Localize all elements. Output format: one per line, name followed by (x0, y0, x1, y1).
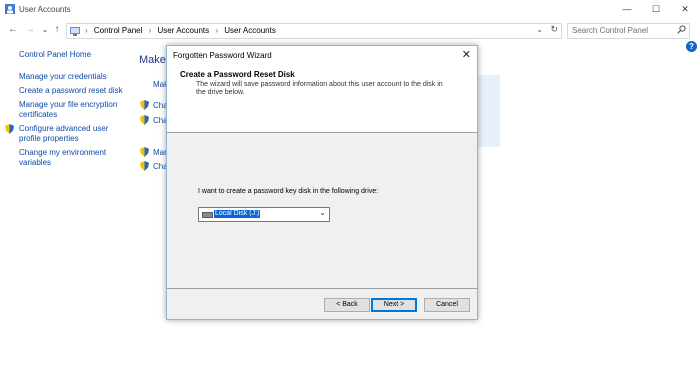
uac-shield-icon (140, 100, 149, 110)
password-reset-disk-link[interactable]: Create a password reset disk (19, 86, 123, 96)
breadcrumb-user-accounts[interactable]: User Accounts (158, 26, 210, 35)
drive-select[interactable]: Local Disk (J:) ⌄ (198, 207, 330, 222)
account-panel (476, 75, 500, 147)
drive-icon (202, 212, 213, 218)
uac-shield-icon (140, 115, 149, 125)
environment-variables-link[interactable]: Change my environment variables (19, 148, 114, 168)
manage-credentials-link[interactable]: Manage your credentials (19, 72, 107, 82)
footer-divider (167, 288, 477, 289)
search-placeholder: Search Control Panel (572, 26, 649, 35)
uac-shield-icon (140, 161, 149, 171)
search-icon (677, 25, 686, 34)
window-title: User Accounts (19, 5, 71, 14)
next-button[interactable]: Next > (371, 298, 417, 312)
breadcrumb-user-accounts-current[interactable]: User Accounts (224, 26, 276, 35)
dialog-titlebar[interactable]: Forgotten Password Wizard ✕ (167, 46, 477, 64)
breadcrumb-separator: › (85, 26, 88, 35)
breadcrumb-separator: › (215, 26, 219, 35)
navigation-bar: ← → ⌄ ↑ › Control Panel › User Accounts … (0, 20, 700, 40)
refresh-icon[interactable]: ↻ (550, 24, 558, 35)
close-icon[interactable]: ✕ (462, 48, 471, 61)
drive-prompt-label: I want to create a password key disk in … (198, 188, 379, 195)
dialog-title: Forgotten Password Wizard (173, 51, 272, 60)
user-accounts-icon (5, 4, 15, 14)
uac-shield-icon (140, 147, 149, 157)
maximize-button[interactable]: ☐ (641, 0, 671, 19)
uac-shield-icon (5, 124, 14, 134)
search-input[interactable]: Search Control Panel (567, 23, 690, 39)
wizard-step-title: Create a Password Reset Disk (180, 70, 295, 79)
breadcrumb-control-panel[interactable]: Control Panel (94, 26, 142, 35)
address-bar[interactable]: › Control Panel › User Accounts › User A… (66, 23, 562, 39)
file-encryption-link[interactable]: Manage your file encryption certificates (19, 100, 119, 120)
window-titlebar: User Accounts — ☐ ✕ (0, 0, 700, 19)
control-panel-home-link[interactable]: Control Panel Home (19, 50, 91, 60)
close-window-button[interactable]: ✕ (670, 0, 700, 19)
wizard-step-description: The wizard will save password informatio… (196, 81, 443, 96)
breadcrumb-separator: › (148, 26, 152, 35)
up-arrow-icon[interactable]: ↑ (50, 23, 64, 37)
page-heading: Make (139, 54, 166, 66)
breadcrumb: › Control Panel › User Accounts › User A… (85, 26, 280, 35)
control-panel-icon (70, 27, 80, 36)
minimize-button[interactable]: — (612, 0, 642, 19)
help-icon[interactable]: ? (686, 41, 697, 52)
wizard-header: Create a Password Reset Disk The wizard … (167, 64, 477, 132)
forgotten-password-wizard-dialog: Forgotten Password Wizard ✕ Create a Pas… (166, 45, 478, 320)
header-divider (167, 132, 477, 133)
background-link[interactable]: Mar (153, 148, 167, 157)
advanced-profile-link[interactable]: Configure advanced user profile properti… (19, 124, 119, 144)
drive-selected-value: Local Disk (J:) (214, 210, 261, 218)
back-arrow-icon[interactable]: ← (6, 23, 20, 37)
address-dropdown-icon[interactable]: ⌄ (536, 25, 543, 34)
forward-arrow-icon[interactable]: → (23, 23, 37, 37)
chevron-down-icon[interactable]: ⌄ (319, 208, 326, 217)
cancel-button[interactable]: Cancel (424, 298, 470, 312)
back-button[interactable]: < Back (324, 298, 370, 312)
